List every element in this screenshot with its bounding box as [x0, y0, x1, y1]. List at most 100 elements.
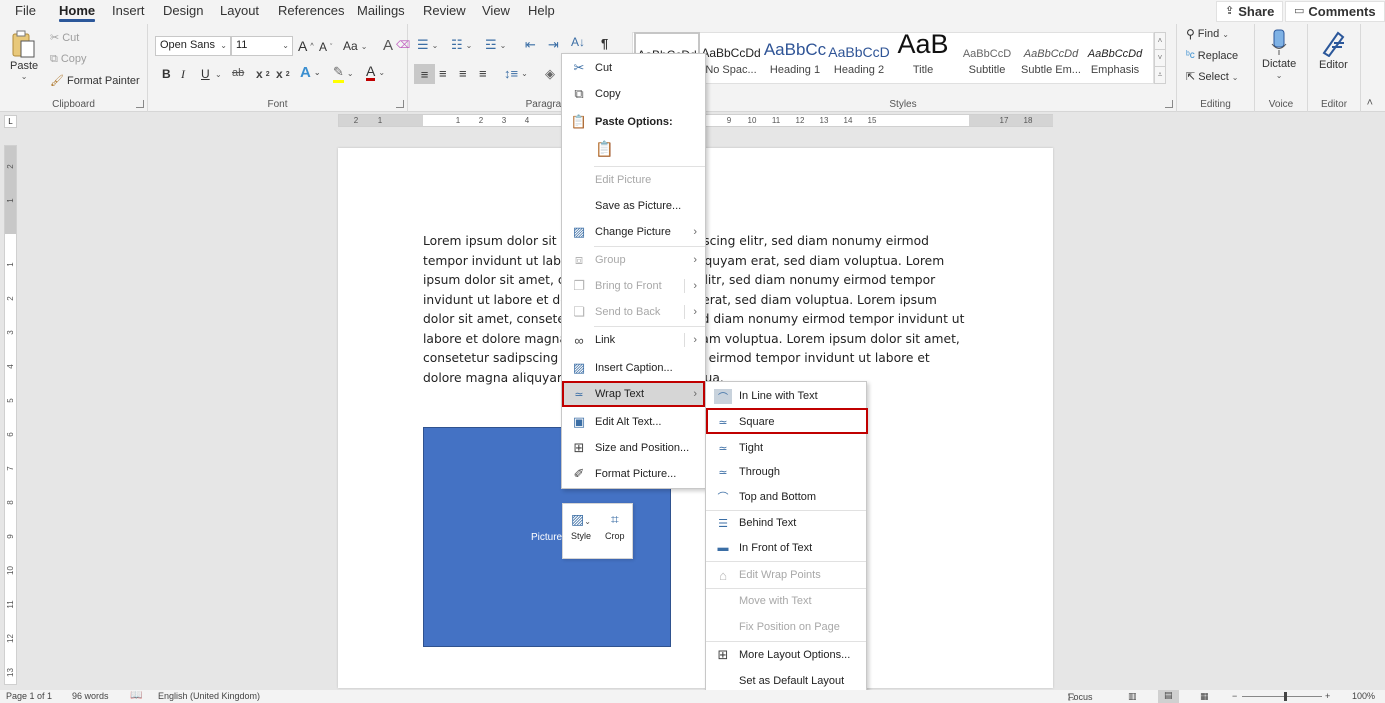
tab-insert[interactable]: Insert — [112, 3, 145, 18]
wrap-in-line-with-text[interactable]: ⌒ In Line with Text — [706, 383, 866, 409]
style-heading-1[interactable]: AaBbCc Heading 1 — [762, 32, 828, 82]
styles-scrollbar[interactable]: ˄ ˅ ⩡ — [1154, 32, 1166, 84]
more-layout-options[interactable]: ⊞ More Layout Options... — [706, 642, 866, 668]
crop-button[interactable]: ⌗ Crop — [605, 511, 625, 541]
font-color-button[interactable]: A ⌄ — [366, 64, 385, 81]
edit-wrap-points[interactable]: ⌂ Edit Wrap Points — [706, 562, 866, 588]
tab-help[interactable]: Help — [528, 3, 555, 18]
wrap-through[interactable]: ≃ Through — [706, 459, 866, 485]
italic-button[interactable]: I — [181, 67, 185, 82]
replace-button[interactable]: ᵇc Replace — [1186, 50, 1238, 62]
print-layout-button[interactable]: ▤ — [1158, 690, 1179, 703]
menu-item-cut[interactable]: ✂ Cut — [562, 55, 705, 81]
collapse-ribbon-icon[interactable]: ˄ — [1367, 97, 1373, 109]
align-left-button[interactable]: ≡ — [414, 64, 435, 84]
menu-item-edit-alt-text[interactable]: ▣ Edit Alt Text... — [562, 409, 705, 435]
subscript-button[interactable]: x2 — [256, 67, 270, 81]
dialog-launcher-icon[interactable] — [136, 100, 144, 108]
word-count[interactable]: 96 words — [72, 691, 109, 701]
grow-font-button[interactable]: A ^ — [298, 38, 314, 54]
style-no-spacing[interactable]: AaBbCcDd No Spac... — [698, 32, 764, 82]
multilevel-list-button[interactable]: ☲ ⌄ — [485, 37, 506, 53]
style-subtitle[interactable]: AaBbCcD Subtitle — [954, 32, 1020, 82]
scroll-up-icon[interactable]: ˄ — [1155, 33, 1165, 49]
chevron-down-icon[interactable]: ⌄ — [215, 70, 222, 79]
menu-item-save-as-picture[interactable]: Save as Picture... — [562, 193, 705, 219]
copy-button[interactable]: ⧉ Copy — [50, 53, 87, 65]
expand-gallery-icon[interactable]: ⩡ — [1155, 66, 1165, 83]
menu-item-group[interactable]: ⧈ Group › — [562, 247, 705, 273]
paste-button[interactable]: Paste ⌄ — [10, 30, 38, 81]
dialog-launcher-icon[interactable] — [396, 100, 404, 108]
underline-button[interactable]: U — [201, 67, 210, 81]
style-subtle-emphasis[interactable]: AaBbCcDd Subtle Em... — [1018, 32, 1084, 82]
find-button[interactable]: ⚲ Find ⌄ — [1186, 28, 1229, 40]
menu-item-insert-caption[interactable]: ▨ Insert Caption... — [562, 355, 705, 381]
wrap-in-front-of-text[interactable]: ▬ In Front of Text — [706, 535, 866, 561]
menu-item-size-and-position[interactable]: ⊞ Size and Position... — [562, 435, 705, 461]
format-painter-button[interactable]: 🖌 Format Painter — [50, 75, 140, 87]
dialog-launcher-icon[interactable] — [1165, 100, 1173, 108]
align-right-button[interactable]: ≡ — [459, 66, 467, 81]
scroll-down-icon[interactable]: ˅ — [1155, 49, 1165, 66]
menu-item-format-picture[interactable]: ✐ Format Picture... — [562, 461, 705, 487]
zoom-level[interactable]: 100% — [1352, 691, 1375, 701]
menu-item-send-to-back[interactable]: ❏ Send to Back › — [562, 299, 705, 325]
change-case-button[interactable]: Aa ⌄ — [343, 39, 367, 53]
menu-item-bring-to-front[interactable]: ❐ Bring to Front › — [562, 273, 705, 299]
font-name-select[interactable]: Open Sans ⌄ — [155, 36, 231, 56]
wrap-top-and-bottom[interactable]: ⌒ Top and Bottom — [706, 484, 866, 510]
tab-view[interactable]: View — [482, 3, 510, 18]
paste-keep-source-button[interactable]: 📋 — [562, 136, 705, 162]
tab-mailings[interactable]: Mailings — [357, 3, 405, 18]
align-center-button[interactable]: ≡ — [439, 66, 447, 81]
zoom-in-button[interactable]: + — [1325, 691, 1330, 701]
style-emphasis[interactable]: AaBbCcDd Emphasis — [1082, 32, 1148, 82]
tab-review[interactable]: Review — [423, 3, 466, 18]
language[interactable]: English (United Kingdom) — [158, 691, 260, 701]
comments-button[interactable]: ▭ Comments — [1285, 1, 1385, 22]
style-title[interactable]: AaB Title — [890, 32, 956, 82]
fix-position-on-page[interactable]: Fix Position on Page — [706, 614, 866, 640]
zoom-out-button[interactable]: − — [1232, 691, 1237, 701]
justify-button[interactable]: ≡ — [479, 66, 487, 81]
menu-item-copy[interactable]: ⧉ Copy — [562, 81, 705, 107]
tab-home[interactable]: Home — [59, 3, 96, 22]
dictate-button[interactable]: Dictate ⌄ — [1262, 29, 1296, 80]
increase-indent-button[interactable]: ⇥ — [548, 37, 559, 53]
menu-item-change-picture[interactable]: ▨ Change Picture › — [562, 219, 705, 245]
cut-button[interactable]: ✂ Cut — [50, 32, 79, 44]
numbering-button[interactable]: ☷ ⌄ — [451, 37, 472, 53]
vertical-ruler[interactable]: 2 1 1 2 3 4 5 6 7 8 9 10 11 12 13 — [4, 145, 17, 685]
proofing-icon[interactable]: 📖 — [130, 690, 142, 701]
text-effects-button[interactable]: A ⌄ — [300, 64, 321, 81]
style-button[interactable]: ▨⌄ Style — [571, 511, 591, 541]
font-size-select[interactable]: 11 ⌄ — [231, 36, 293, 56]
tab-file[interactable]: File — [15, 3, 36, 18]
share-button[interactable]: ⇪ Share — [1216, 1, 1284, 22]
decrease-indent-button[interactable]: ⇤ — [525, 37, 536, 53]
zoom-slider[interactable] — [1242, 696, 1322, 697]
highlight-color-button[interactable]: ✎ ⌄ — [333, 64, 354, 83]
tab-selector[interactable]: L — [4, 115, 17, 128]
bullets-button[interactable]: ☰ ⌄ — [417, 37, 438, 53]
read-mode-button[interactable]: ▥ — [1128, 691, 1137, 702]
shrink-font-button[interactable]: Aˇ — [319, 40, 332, 54]
sort-button[interactable]: A↓ — [571, 35, 585, 49]
move-with-text[interactable]: Move with Text — [706, 588, 866, 614]
tab-layout[interactable]: Layout — [220, 3, 259, 18]
menu-item-edit-picture[interactable]: Edit Picture — [562, 167, 705, 193]
show-formatting-button[interactable]: ¶ — [601, 36, 608, 51]
web-layout-button[interactable]: ▦ — [1200, 691, 1209, 702]
tab-design[interactable]: Design — [163, 3, 203, 18]
wrap-tight[interactable]: ≃ Tight — [706, 435, 866, 461]
page-count[interactable]: Page 1 of 1 — [6, 691, 52, 701]
superscript-button[interactable]: x2 — [276, 67, 290, 81]
bold-button[interactable]: B — [162, 67, 171, 81]
tab-references[interactable]: References — [278, 3, 344, 18]
clear-formatting-icon[interactable]: A ⌫ — [383, 37, 410, 54]
wrap-behind-text[interactable]: ☰ Behind Text — [706, 510, 866, 536]
strikethrough-button[interactable]: ab — [232, 67, 244, 79]
select-button[interactable]: ⇱ Select ⌄ — [1186, 71, 1239, 83]
shading-button[interactable]: ◈ — [545, 66, 555, 82]
